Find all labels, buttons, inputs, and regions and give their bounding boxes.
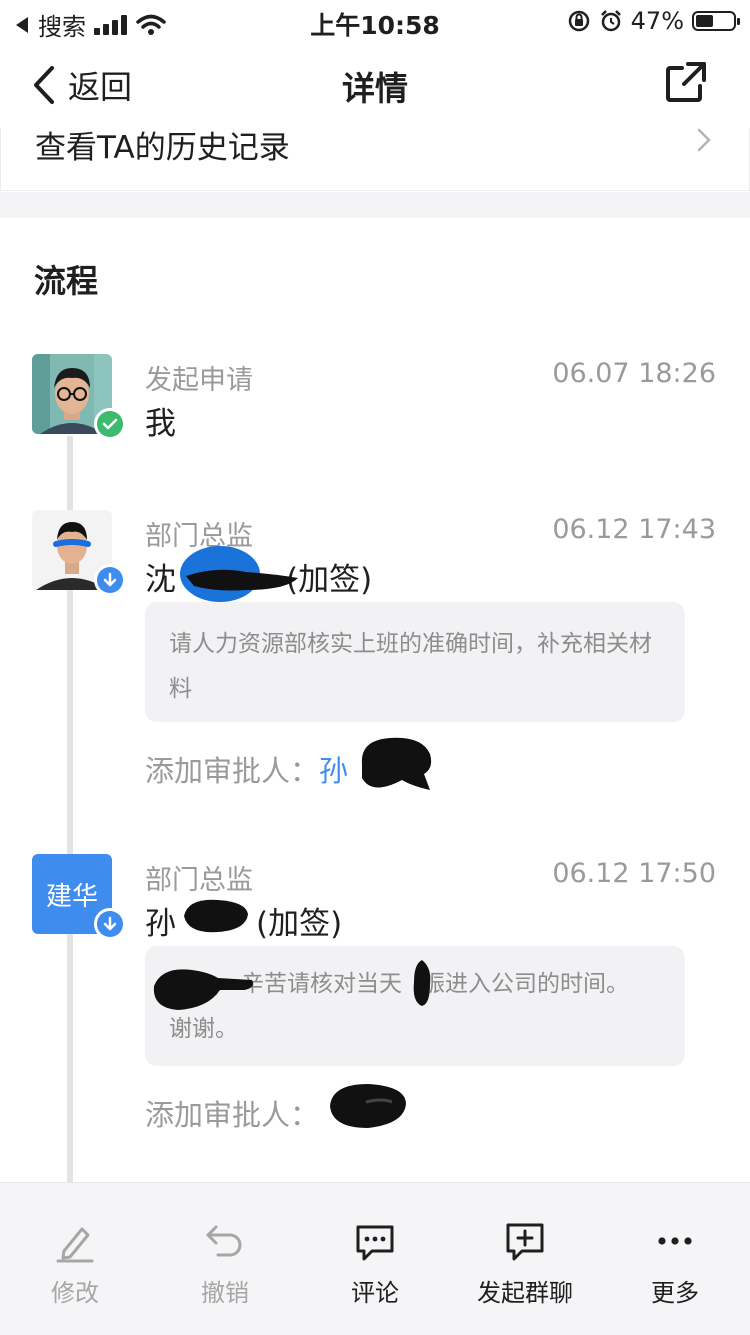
nav-bar: 返回 详情 <box>0 42 750 128</box>
group-chat-label: 发起群聊 <box>477 1279 573 1307</box>
battery-fill <box>696 15 713 27</box>
share-button[interactable] <box>664 60 708 108</box>
comment-label: 评论 <box>351 1279 399 1307</box>
redaction-scribble <box>330 1084 406 1128</box>
step-time: 06.12 17:43 <box>552 514 716 545</box>
step-comment: 请人力资源部核实上班的准确时间，补充相关材料 <box>145 602 685 722</box>
approver-name[interactable]: 孙 <box>319 754 348 788</box>
step-role: 部门总监 <box>145 521 253 552</box>
arrow-down-icon <box>97 911 123 937</box>
more-button[interactable]: 更多 <box>600 1183 750 1335</box>
chevron-right-icon <box>697 128 711 152</box>
edit-button[interactable]: 修改 <box>0 1183 150 1335</box>
approver-row: 添加审批人： <box>145 1092 319 1134</box>
status-badge <box>94 408 126 440</box>
rotation-lock-icon <box>568 10 589 32</box>
status-badge <box>94 564 126 596</box>
step-time: 06.07 18:26 <box>552 358 716 389</box>
redaction-scribble <box>361 737 432 790</box>
undo-label: 撤销 <box>201 1279 249 1307</box>
arrow-down-icon <box>97 567 123 593</box>
share-external-icon <box>666 62 706 102</box>
more-label: 更多 <box>651 1279 699 1307</box>
battery-percent: 47% <box>630 7 684 35</box>
battery-icon <box>692 11 740 31</box>
edit-label: 修改 <box>51 1279 99 1307</box>
undo-button[interactable]: 撤销 <box>150 1183 300 1335</box>
step-comment: 辛苦请核对当天 振进入公司的时间。 谢谢。 <box>145 946 685 1066</box>
comment-text: 振进入公司的时间。 <box>422 971 629 997</box>
group-chat-button[interactable]: 发起群聊 <box>450 1183 600 1335</box>
approver-label: 添加审批人： <box>145 754 320 788</box>
undo-icon <box>206 1225 242 1257</box>
pencil-icon <box>56 1227 94 1263</box>
step-name-suffix: (加签) <box>286 562 373 598</box>
more-icon <box>658 1237 692 1245</box>
status-right: 47% <box>567 7 740 35</box>
comment-icon <box>356 1225 394 1261</box>
comment-button[interactable]: 评论 <box>300 1183 450 1335</box>
alarm-icon <box>600 10 621 32</box>
step-role: 发起申请 <box>145 365 253 396</box>
step-name-text: 孙 <box>145 906 176 942</box>
status-badge <box>94 908 126 940</box>
approver-label: 添加审批人： <box>145 1098 320 1132</box>
step-name: 孙 (加签) <box>145 898 342 943</box>
add-chat-icon <box>506 1223 544 1261</box>
step-time: 06.12 17:50 <box>552 858 716 889</box>
step-name: 沈 (加签) <box>145 554 372 599</box>
comment-line: 辛苦请核对当天 振进入公司的时间。 <box>169 962 661 1007</box>
check-icon <box>97 411 123 437</box>
status-bar: 搜索 上午10:58 47% <box>0 0 750 42</box>
step-name-suffix: (加签) <box>256 906 343 942</box>
step-role: 部门总监 <box>145 865 253 896</box>
step-name-text: 沈 <box>145 562 176 598</box>
comment-line: 谢谢。 <box>169 1016 238 1042</box>
page-title: 详情 <box>342 69 408 108</box>
flow-title: 流程 <box>34 262 99 300</box>
bottom-toolbar: 修改 撤销 评论 发起群聊 更多 <box>0 1182 750 1335</box>
approver-row: 添加审批人：孙 <box>145 748 348 790</box>
comment-text: 辛苦请核对当天 <box>241 971 402 997</box>
step-name: 我 <box>145 406 176 442</box>
history-label: 查看TA的历史记录 <box>35 130 290 166</box>
section-divider <box>0 192 750 218</box>
